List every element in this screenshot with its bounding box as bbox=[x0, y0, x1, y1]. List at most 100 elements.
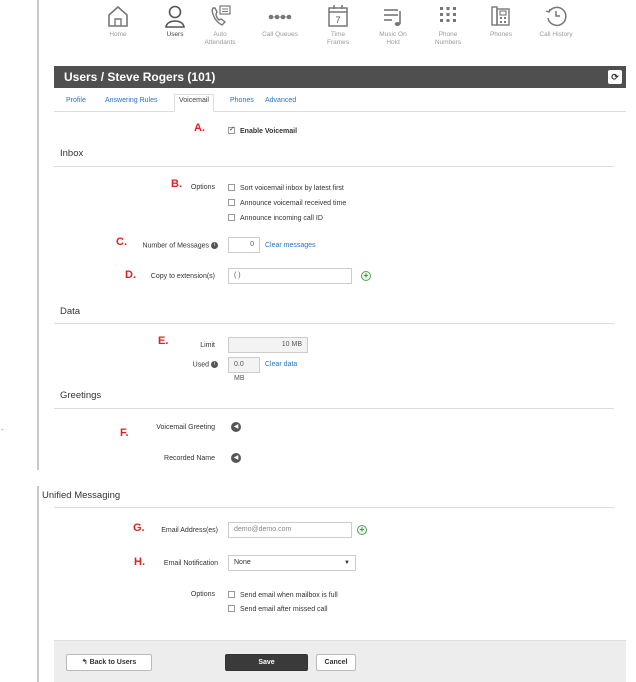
announce-time-label: Announce voicemail received time bbox=[240, 200, 347, 207]
enable-voicemail-row[interactable]: Enable Voicemail bbox=[228, 125, 298, 135]
clear-data-link[interactable]: Clear data bbox=[265, 361, 297, 368]
num-messages-field: 0 bbox=[228, 237, 260, 253]
data-divider bbox=[54, 323, 614, 324]
copy-extension-input[interactable]: ( ) bbox=[228, 268, 352, 284]
dropdown-caret-icon: ▼ bbox=[344, 560, 350, 566]
tab-phones[interactable]: Phones bbox=[226, 95, 258, 106]
nav-music-on-hold[interactable]: Music On Hold bbox=[368, 3, 418, 47]
page-title-bar: Users / Steve Rogers (101) ⟳ bbox=[54, 66, 626, 88]
phone-menu-icon bbox=[211, 5, 231, 26]
voicemail-greeting-label: Voicemail Greeting bbox=[156, 424, 215, 431]
num-messages-label: Number of Messages bbox=[142, 242, 209, 250]
inbox-divider bbox=[54, 166, 614, 167]
option-mailbox-full[interactable]: Send email when mailbox is full bbox=[228, 591, 338, 599]
nav-users[interactable]: Users bbox=[150, 3, 200, 39]
dialpad-icon bbox=[440, 7, 456, 22]
announce-caller-checkbox[interactable] bbox=[228, 214, 235, 221]
nav-call-history-label: Call History bbox=[539, 31, 573, 38]
email-address-input[interactable]: demo@demo.com bbox=[228, 522, 352, 538]
email-notification-select[interactable]: None ▼ bbox=[228, 555, 356, 571]
nav-time-frames-label: Time Frames bbox=[326, 31, 350, 46]
unified-messaging-title: Unified Messaging bbox=[42, 490, 121, 501]
tab-advanced[interactable]: Advanced bbox=[261, 95, 300, 106]
sort-latest-checkbox[interactable] bbox=[228, 184, 235, 191]
inbox-section-title: Inbox bbox=[60, 148, 84, 159]
limit-field: 10 MB bbox=[228, 337, 308, 353]
data-section-title: Data bbox=[60, 306, 81, 317]
cancel-button[interactable]: Cancel bbox=[316, 654, 356, 671]
speaker-icon[interactable]: ◀ bbox=[231, 422, 241, 432]
info-icon: i bbox=[211, 242, 218, 249]
used-label: Used bbox=[192, 361, 209, 369]
music-icon bbox=[384, 9, 401, 26]
nav-time-frames[interactable]: 7 Time Frames bbox=[313, 3, 363, 47]
desk-phone-icon bbox=[491, 6, 510, 26]
nav-call-history[interactable]: Call History bbox=[531, 3, 581, 39]
nav-call-queues[interactable]: Call Queues bbox=[255, 3, 305, 39]
unified-divider bbox=[54, 507, 614, 508]
option-announce-time[interactable]: Announce voicemail received time bbox=[228, 199, 346, 207]
refresh-icon[interactable]: ⟳ bbox=[608, 70, 622, 84]
marker-f: F. bbox=[120, 427, 129, 439]
marker-a: A. bbox=[194, 122, 205, 134]
back-arrow-icon: ↰ bbox=[81, 659, 88, 666]
unified-options-label: Options bbox=[190, 591, 215, 598]
nav-phones-label: Phones bbox=[489, 31, 513, 38]
mailbox-full-checkbox[interactable] bbox=[228, 591, 235, 598]
nav-phones[interactable]: Phones bbox=[476, 3, 526, 39]
nav-auto-attendants[interactable]: Auto Attendants bbox=[195, 3, 245, 47]
missed-call-label: Send email after missed call bbox=[240, 606, 328, 613]
speaker-icon[interactable]: ◀ bbox=[231, 453, 241, 463]
email-notification-value: None bbox=[234, 559, 251, 566]
used-field: 0.0 MB bbox=[228, 357, 260, 382]
tab-bar: Profile Answering Rules Voicemail Phones… bbox=[54, 92, 626, 112]
copy-extension-label: Copy to extension(s) bbox=[150, 273, 215, 280]
left-gutter-line bbox=[37, 0, 39, 470]
missed-call-checkbox[interactable] bbox=[228, 605, 235, 612]
email-notification-label: Email Notification bbox=[163, 560, 218, 567]
recorded-name-label: Recorded Name bbox=[164, 455, 215, 462]
mailbox-full-label: Send email when mailbox is full bbox=[240, 592, 338, 599]
sort-latest-label: Sort voicemail inbox by latest first bbox=[240, 185, 344, 192]
add-extension-button[interactable]: + bbox=[361, 271, 371, 281]
nav-call-queues-label: Call Queues bbox=[262, 31, 298, 38]
back-to-users-button[interactable]: ↰ Back to Users bbox=[66, 654, 152, 671]
calendar-icon: 7 bbox=[328, 5, 348, 27]
greetings-divider bbox=[54, 408, 614, 409]
option-sort-latest[interactable]: Sort voicemail inbox by latest first bbox=[228, 184, 344, 192]
add-email-button[interactable]: + bbox=[357, 525, 367, 535]
nav-users-label: Users bbox=[166, 31, 184, 38]
announce-time-checkbox[interactable] bbox=[228, 199, 235, 206]
inbox-options-label: Options bbox=[190, 184, 215, 191]
back-to-users-label: Back to Users bbox=[89, 659, 137, 666]
option-announce-caller[interactable]: Announce incoming call ID bbox=[228, 214, 323, 222]
enable-voicemail-checkbox[interactable] bbox=[228, 125, 235, 134]
history-icon bbox=[545, 6, 567, 27]
email-address-label: Email Address(es) bbox=[161, 527, 218, 534]
limit-label: Limit bbox=[200, 342, 215, 349]
option-missed-call[interactable]: Send email after missed call bbox=[228, 605, 328, 613]
page-edge-mark: - bbox=[1, 425, 4, 434]
page-title: Users / Steve Rogers (101) bbox=[64, 70, 216, 84]
num-messages-label-row: Number of Messages i bbox=[120, 242, 218, 249]
used-label-row: Used i bbox=[150, 361, 218, 368]
clear-messages-link[interactable]: Clear messages bbox=[265, 242, 316, 249]
greetings-section-title: Greetings bbox=[60, 390, 102, 401]
save-button[interactable]: Save bbox=[225, 654, 308, 671]
nav-home-label: Home bbox=[109, 31, 127, 38]
left-gutter-line-lower bbox=[37, 486, 39, 682]
tab-answering-rules[interactable]: Answering Rules bbox=[101, 95, 162, 106]
form-footer: ↰ Back to Users Save Cancel bbox=[54, 640, 626, 682]
home-icon bbox=[108, 5, 128, 27]
tab-profile[interactable]: Profile bbox=[62, 95, 90, 106]
nav-phone-numbers-label: Phone Numbers bbox=[434, 31, 462, 46]
announce-caller-label: Announce incoming call ID bbox=[240, 215, 323, 222]
tab-voicemail[interactable]: Voicemail bbox=[174, 94, 214, 112]
nav-phone-numbers[interactable]: Phone Numbers bbox=[423, 3, 473, 47]
queue-dots-icon bbox=[268, 14, 292, 20]
calendar-day: 7 bbox=[335, 15, 340, 25]
top-nav: Home Users Auto Attendants Call Queues 7… bbox=[95, 0, 595, 64]
info-icon: i bbox=[211, 361, 218, 368]
nav-home[interactable]: Home bbox=[93, 3, 143, 39]
enable-voicemail-label: Enable Voicemail bbox=[240, 128, 298, 135]
